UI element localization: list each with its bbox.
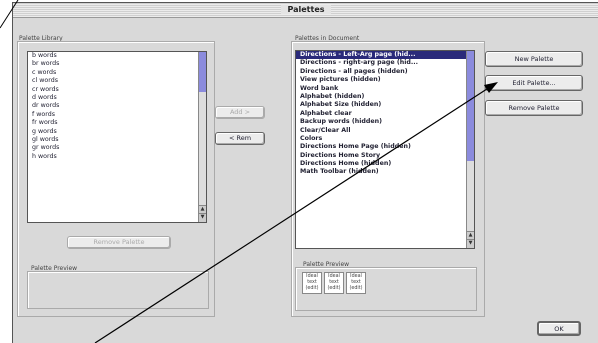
annotation-arrow-icon: [0, 0, 498, 343]
